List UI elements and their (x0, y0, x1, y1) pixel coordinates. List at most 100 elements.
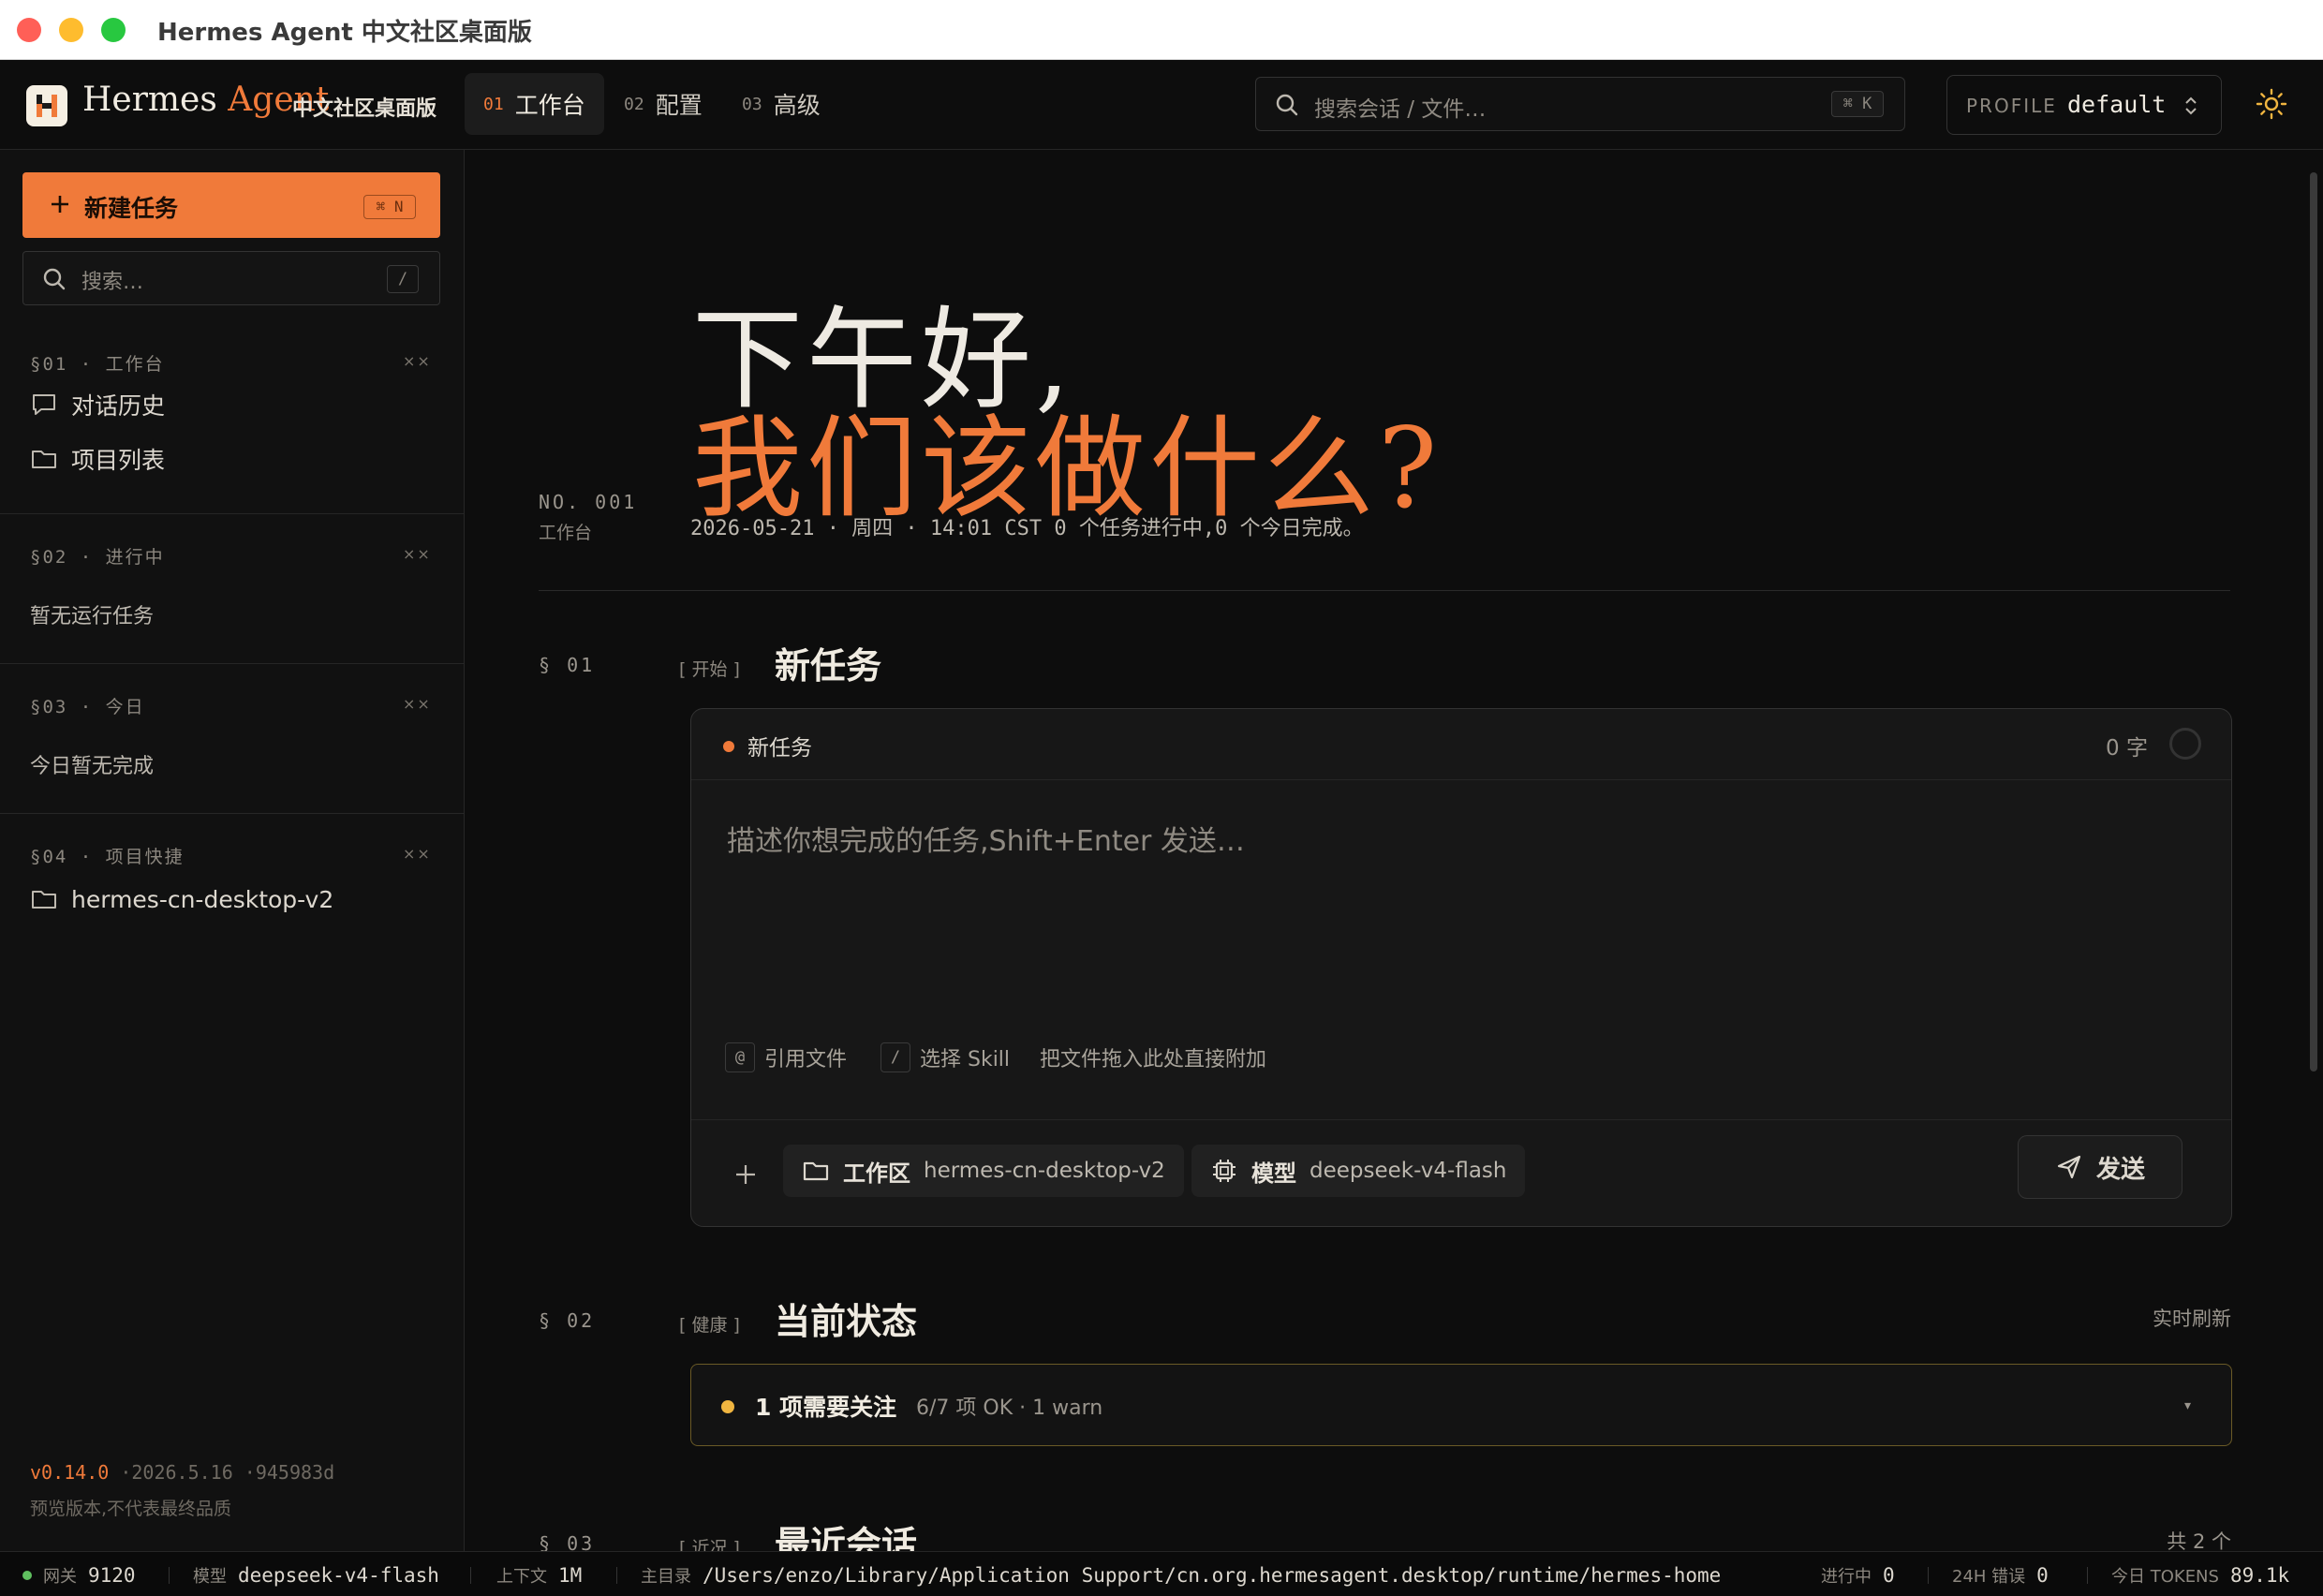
sidebar-search-input[interactable]: 搜索… / (22, 251, 440, 305)
new-task-button[interactable]: 新建任务 ⌘ N (22, 172, 440, 238)
profile-select[interactable]: PROFILE default (1946, 75, 2222, 135)
footer-value: /Users/enzo/Library/Application Support/… (703, 1564, 1722, 1587)
divider (616, 1567, 617, 1584)
sidebar-item-label: 对话历史 (71, 392, 166, 420)
brand-subtitle: 中文社区桌面版 (292, 97, 437, 121)
sidebar-item-project[interactable]: hermes-cn-desktop-v2 (30, 879, 333, 920)
footer-value: 89.1k (2229, 1564, 2290, 1587)
footer-key: 进行中 (1821, 1567, 1872, 1587)
footer-value: 9120 (88, 1564, 136, 1587)
search-icon (1276, 94, 1298, 116)
health-status-panel[interactable]: 1 项需要关注 6/7 项 OK · 1 warn ▾ (690, 1364, 2232, 1446)
tab-number: 02 (624, 94, 644, 114)
footer-tokens: 今日 TOKENS 89.1k (2111, 1563, 2289, 1588)
section-collapse-button[interactable]: ×× (403, 845, 432, 863)
section-collapse-button[interactable]: ×× (403, 695, 432, 713)
progress-ring (2169, 728, 2201, 760)
footer-key: 主目录 (641, 1567, 691, 1587)
section-title-status: 当前状态 (775, 1301, 918, 1342)
empty-today-text: 今日暂无完成 (30, 755, 155, 778)
footer-context: 上下文 1M (496, 1563, 582, 1588)
footer-key: 模型 (193, 1567, 227, 1587)
footer-model: 模型 deepseek-v4-flash (193, 1563, 439, 1588)
search-icon (43, 268, 66, 290)
char-count: 0 字 (2106, 736, 2148, 761)
footer-errors: 24H 错误 0 (1952, 1563, 2049, 1588)
section-title-new-task: 新任务 (775, 645, 882, 687)
health-detail: 6/7 项 OK · 1 warn (916, 1396, 1103, 1420)
sidebar-search-shortcut: / (387, 265, 419, 293)
sidebar-item-history[interactable]: 对话历史 (30, 384, 165, 425)
theme-toggle-sun-icon[interactable] (2256, 88, 2287, 120)
workspace-chip[interactable]: 工作区 hermes-cn-desktop-v2 (783, 1145, 1184, 1197)
footer-home-dir: 主目录 /Users/enzo/Library/Application Supp… (641, 1563, 1721, 1588)
minimize-window-button[interactable] (59, 18, 83, 42)
new-task-label: 新建任务 (84, 195, 179, 222)
tab-label: 高级 (773, 92, 821, 119)
drop-file-hint: 把文件拖入此处直接附加 (1040, 1042, 1266, 1072)
sidebar-item-label: hermes-cn-desktop-v2 (71, 885, 334, 913)
version-info: v0.14.0 ·2026.5.16 ·945983d (30, 1461, 334, 1484)
send-label: 发送 (2095, 1155, 2145, 1184)
sidebar-search-placeholder: 搜索… (81, 271, 144, 294)
sidebar: 新建任务 ⌘ N 搜索… / §01 · 工作台 ×× 对话历史 项目列表 §0… (0, 150, 465, 1551)
footer-value: 0 (2036, 1564, 2049, 1587)
page-number-label: NO. 001 (539, 491, 638, 513)
app-window: Hermes Agent 中文社区桌面版 01 工作台 02 配置 03 高级 … (0, 60, 2323, 1596)
folder-icon (803, 1161, 829, 1181)
page-number-sub: 工作台 (539, 523, 593, 543)
zoom-window-button[interactable] (101, 18, 126, 42)
gateway-status: 网关 9120 (43, 1563, 136, 1588)
recent-count: 共 2 个 (2167, 1530, 2231, 1551)
workspace-value: hermes-cn-desktop-v2 (924, 1159, 1165, 1183)
empty-running-text: 暂无运行任务 (30, 605, 155, 628)
window-titlebar: Hermes Agent 中文社区桌面版 (0, 0, 2323, 60)
chip-icon (1213, 1160, 1235, 1182)
mention-file-hint[interactable]: @ 引用文件 (725, 1042, 847, 1072)
expand-caret-icon: ▾ (2184, 1398, 2192, 1413)
section-collapse-button[interactable]: ×× (403, 545, 432, 563)
footer-value: 0 (1883, 1564, 1895, 1587)
add-attachment-icon[interactable] (732, 1161, 759, 1188)
date-meta: 2026-05-21 · 周四 · 14:01 CST 0 个任务进行中,0 个… (690, 517, 1364, 540)
sidebar-item-label: 项目列表 (71, 447, 166, 474)
select-skill-hint[interactable]: / 选择 Skill (880, 1042, 1010, 1072)
divider (0, 663, 464, 664)
divider (0, 513, 464, 514)
task-input[interactable]: 描述你想完成的任务,Shift+Enter 发送… (727, 818, 1245, 859)
close-window-button[interactable] (17, 18, 41, 42)
new-task-shortcut: ⌘ N (363, 195, 416, 219)
send-icon (2057, 1155, 2081, 1179)
search-shortcut: ⌘ K (1831, 91, 1884, 117)
plus-icon (52, 196, 68, 213)
global-search-input[interactable]: 搜索会话 / 文件… ⌘ K (1255, 77, 1905, 131)
section-collapse-button[interactable]: ×× (403, 352, 432, 370)
chat-bubble-icon (33, 394, 55, 415)
tab-label: 工作台 (514, 92, 585, 119)
sidebar-item-projects[interactable]: 项目列表 (30, 438, 165, 480)
tab-advanced[interactable]: 03 高级 (723, 73, 839, 135)
footer-key: 上下文 (496, 1567, 547, 1587)
section-number: § 03 (539, 1532, 596, 1551)
folder-icon (32, 891, 56, 909)
main-scrollbar[interactable] (2310, 172, 2317, 1071)
sidebar-section-workbench: §01 · 工作台 (30, 354, 165, 375)
footer-key: 24H 错误 (1952, 1567, 2026, 1587)
main-content: 下午好, 我们该做什么? NO. 001 工作台 2026-05-21 · 周四… (466, 150, 2323, 1551)
select-skill-label: 选择 Skill (920, 1048, 1011, 1071)
divider (169, 1567, 170, 1584)
task-composer: 新任务 0 字 描述你想完成的任务,Shift+Enter 发送… @ 引用文件… (690, 708, 2232, 1227)
tab-workbench[interactable]: 01 工作台 (465, 73, 604, 135)
composer-footer: 工作区 hermes-cn-desktop-v2 模型 deepseek-v4-… (691, 1119, 2231, 1228)
status-dot (723, 741, 734, 752)
warn-dot (721, 1400, 734, 1413)
tab-config[interactable]: 02 配置 (605, 73, 721, 135)
workspace-key: 工作区 (843, 1160, 910, 1187)
section-number: § 01 (539, 654, 596, 676)
model-chip[interactable]: 模型 deepseek-v4-flash (1191, 1145, 1526, 1197)
refresh-label[interactable]: 实时刷新 (2153, 1304, 2231, 1332)
divider (1928, 1567, 1929, 1584)
send-button[interactable]: 发送 (2018, 1135, 2182, 1199)
profile-value: default (2067, 91, 2167, 118)
mention-file-label: 引用文件 (764, 1048, 848, 1071)
